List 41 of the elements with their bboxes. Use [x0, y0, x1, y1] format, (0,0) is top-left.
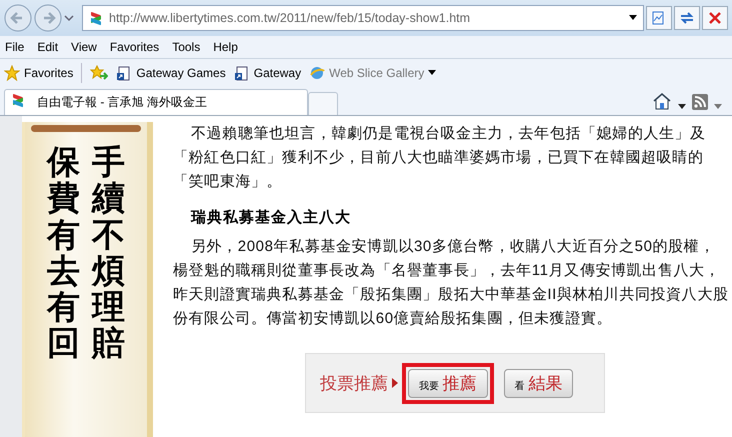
add-to-favorites-icon[interactable]	[90, 65, 108, 81]
home-icon[interactable]	[652, 92, 672, 110]
menu-item[interactable]: Favorites	[104, 40, 168, 54]
refresh-icon[interactable]	[674, 6, 700, 30]
vote-button[interactable]: 看 結果	[504, 368, 574, 398]
dropdown-icon[interactable]	[428, 70, 436, 76]
dropdown-icon[interactable]	[629, 15, 637, 21]
shortcut-icon	[234, 64, 250, 82]
url-text: http://www.libertytimes.com.tw/2011/new/feb/15/today-show1.htm	[109, 11, 472, 25]
article-paragraph: 另外，2008年私募基金安博凱以30多億台幣，收購八大近百分之50的股權，楊登魁的職稱則從董事長改為「名譽董事長」，去年11月又傳安博凱出售八大，昨天則證實瑞典私募基金「殷拓集團」殷拓大中華基金II與林柏川共同投資八大股份有限公司。傳當初安博凱以60億賣給殷拓集團，但未獲證實。	[173, 237, 729, 329]
shortcut-icon	[116, 64, 132, 82]
favorites-label: Favorites	[24, 66, 74, 80]
favorites-link[interactable]: Gateway	[234, 64, 302, 82]
triangle-icon	[392, 378, 398, 388]
favorites-button[interactable]: Favorites	[4, 65, 74, 81]
calligraphy-text: 手續不煩理賠	[92, 144, 125, 362]
article-heading: 瑞典私募基金入主八大	[190, 208, 352, 227]
address-field[interactable]: http://www.libertytimes.com.tw/2011/new/feb/15/today-show1.htm	[82, 5, 644, 31]
link-label: Gateway Games	[136, 66, 226, 80]
link-label: Web Slice Gallery	[329, 66, 424, 80]
dropdown-icon[interactable]	[678, 104, 686, 110]
menu-item[interactable]: Edit	[32, 40, 66, 54]
vote-button[interactable]: 我要 推薦	[408, 368, 488, 398]
menu-item[interactable]: Help	[208, 40, 246, 54]
calligraphy-text: 保費有去有回	[47, 144, 80, 362]
menu-item[interactable]: Tools	[167, 40, 208, 54]
site-icon	[89, 10, 103, 26]
menu-item[interactable]: View	[66, 40, 105, 54]
vote-label: 投票推薦	[320, 372, 388, 394]
feed-icon[interactable]	[692, 94, 708, 110]
link-label: Gateway	[254, 66, 302, 80]
site-icon	[11, 92, 25, 108]
article-paragraph: 不過賴聰筆也坦言，韓劇仍是電視台吸金主力，去年包括「媳婦的人生」及「粉紅色口紅」獲利不少，目前八大也瞄準婆媽市場，已買下在韓國超吸睛的「笑吧東海」。	[173, 124, 707, 192]
compatibility-view-icon[interactable]	[646, 6, 672, 30]
favorites-link[interactable]: Web Slice Gallery	[309, 65, 436, 81]
favorites-link[interactable]: Gateway Games	[116, 64, 226, 82]
menu-item[interactable]: File	[0, 40, 32, 54]
stop-icon[interactable]	[702, 6, 728, 30]
browser-tab[interactable]: 自由電子報 - 言承旭 海外吸金王	[4, 89, 308, 115]
star-icon	[4, 65, 20, 81]
browser-icon	[309, 65, 326, 81]
